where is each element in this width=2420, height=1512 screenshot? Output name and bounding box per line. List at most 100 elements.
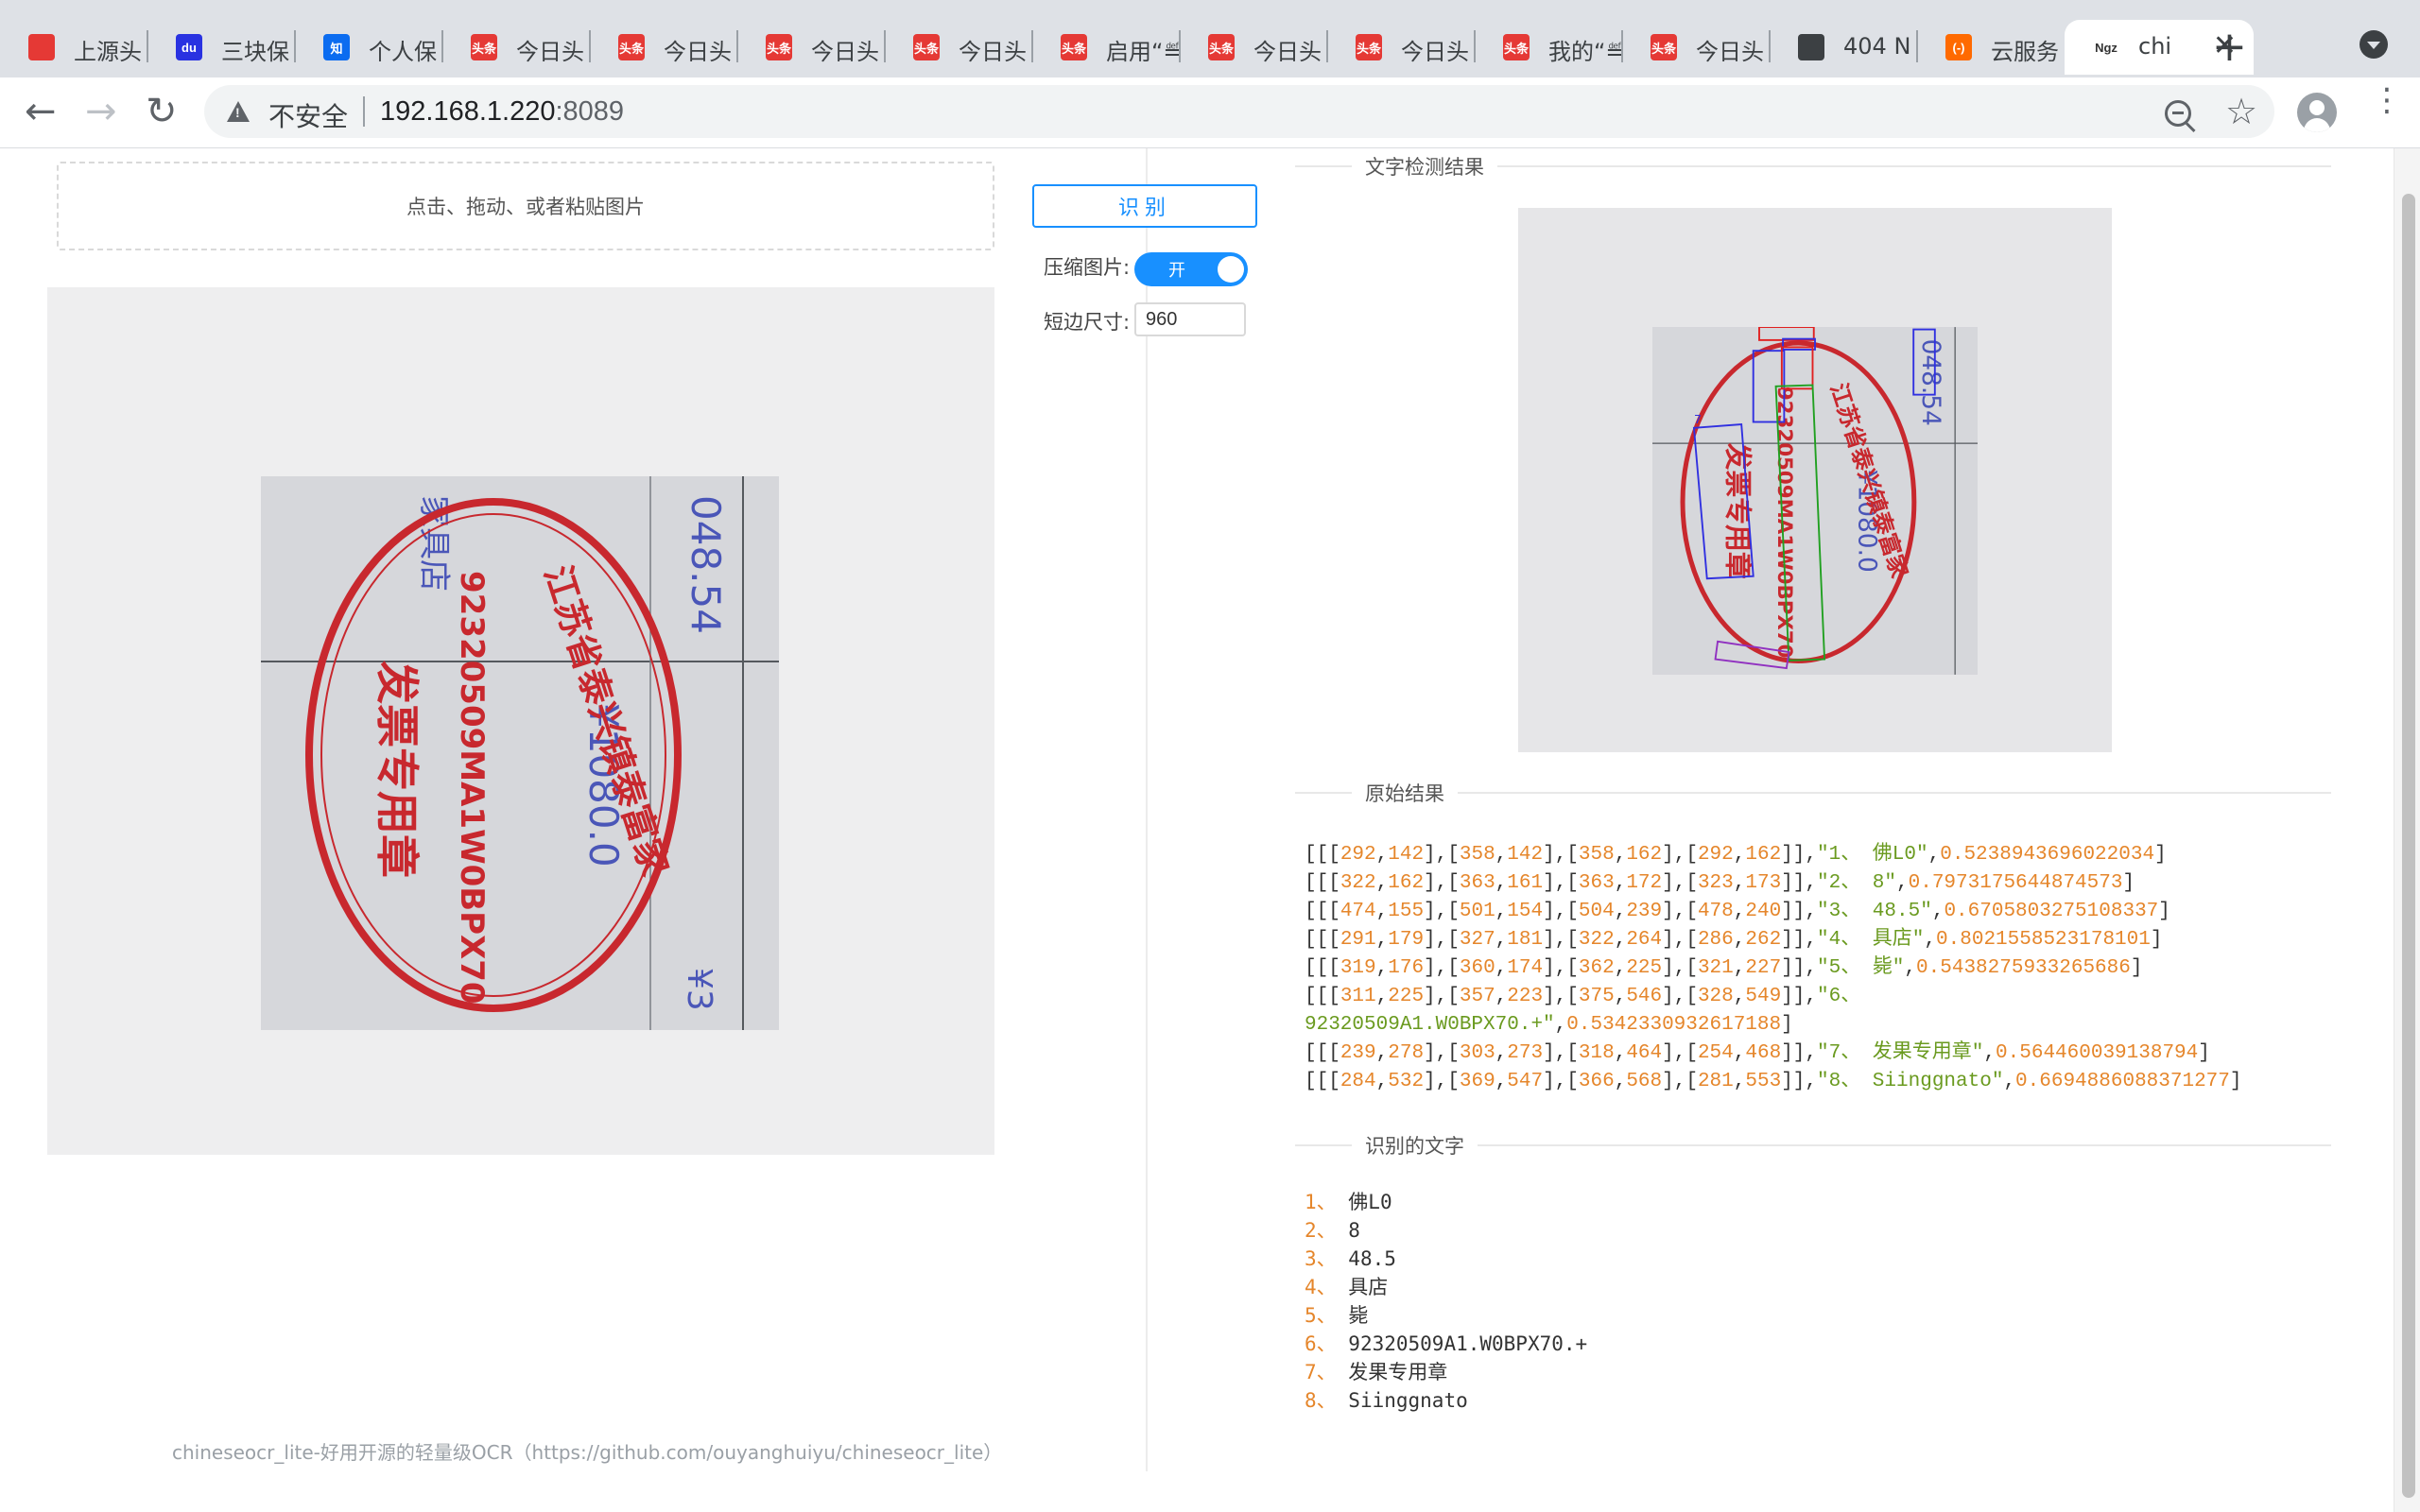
url-text[interactable]: 192.168.1.220:8089	[380, 96, 624, 128]
raw-result-line: [[[239,278],[303,273],[318,464],[254,468…	[1305, 1042, 2210, 1064]
detection-section-header: 文字检测结果	[1295, 152, 2331, 180]
raw-result-line: [[[292,142],[358,142],[358,162],[292,162…	[1305, 844, 2167, 866]
browser-tab[interactable]: 头条 今日头	[1180, 20, 1327, 75]
bookmark-star-icon[interactable]: ☆	[2225, 91, 2257, 132]
scrollbar-thumb[interactable]	[2402, 194, 2415, 1498]
address-bar[interactable]: 不安全 192.168.1.220:8089	[204, 85, 2274, 138]
tab-title: 云服务	[1991, 39, 2059, 65]
raw-result-line: [[[311,225],[357,223],[375,546],[328,549…	[1305, 986, 1861, 1036]
tab-favicon-icon: Ngz	[2093, 34, 2119, 60]
recognized-text: 佛L0	[1348, 1191, 1392, 1213]
raw-title: 原始结果	[1352, 779, 1458, 807]
short-side-input[interactable]	[1134, 302, 1246, 336]
recognized-text: 具店	[1348, 1276, 1389, 1298]
browser-tab[interactable]: 404 N	[1770, 20, 1917, 75]
recognized-index: 7、	[1305, 1361, 1349, 1383]
tab-favicon-icon: 头条	[1503, 34, 1530, 60]
tab-favicon-icon: 头条	[1061, 34, 1087, 60]
browser-tab[interactable]: 知个人保	[295, 20, 442, 75]
recognized-index: 8、	[1305, 1389, 1349, 1412]
browser-tab[interactable]: 头条 今日头	[1622, 20, 1770, 75]
tab-title: 启用“≝	[1106, 39, 1180, 65]
reload-icon[interactable]: ↻	[146, 93, 178, 130]
tab-favicon-icon: 知	[323, 34, 350, 60]
tab-favicon-icon: du	[176, 34, 202, 60]
tab-title: chi	[2138, 33, 2172, 60]
recognized-text: 发果专用章	[1348, 1361, 1448, 1383]
insecure-label[interactable]: 不安全	[268, 96, 348, 134]
tab-title: 今日头	[811, 39, 879, 65]
raw-section-header: 原始结果	[1295, 779, 2331, 807]
recognized-text: Siinggnato	[1348, 1389, 1468, 1412]
tab-favicon-icon	[1798, 34, 1824, 60]
zoom-icon[interactable]	[2165, 100, 2191, 127]
forward-icon[interactable]: →	[85, 93, 117, 130]
toggle-knob	[1218, 256, 1244, 283]
recognized-item: 3、 48.5	[1305, 1245, 1587, 1273]
tab-title: 三块保	[221, 39, 289, 65]
tab-title: 404 N	[1843, 33, 1911, 60]
new-tab-icon[interactable]: +	[2212, 23, 2247, 71]
short-side-label: 短边尺寸:	[1044, 311, 1131, 334]
tab-favicon-icon: 头条	[471, 34, 497, 60]
browser-menu-icon[interactable]: ⋮	[2371, 84, 2403, 116]
tab-title: 个人保	[369, 39, 437, 65]
detection-overlay-graphic: 048.54 ¥1080.0 江苏省泰兴镇泰富家 92320509MA1W0BP…	[1652, 327, 1978, 675]
omnibox-divider	[363, 96, 365, 127]
tab-title: 今日头	[959, 39, 1027, 65]
browser-tab[interactable]: 头条 今日头	[737, 20, 885, 75]
recognized-index: 2、	[1305, 1219, 1349, 1242]
recognized-item: 4、 具店	[1305, 1273, 1587, 1301]
recognized-text: 48.5	[1348, 1247, 1396, 1270]
recognized-section-header: 识别的文字	[1295, 1131, 2331, 1160]
tab-favicon-icon: 头条	[766, 34, 792, 60]
browser-tab-strip: 上源头 du 三块保知个人保 头条 今日头 头条 今日头 头条 今日头 头条 今日头 头条 启用“≝ 头条…	[0, 0, 2420, 77]
browser-tab[interactable]: 头条 我的“≝	[1475, 20, 1622, 75]
tab-favicon-icon: 头条	[618, 34, 645, 60]
tab-favicon-icon: 头条	[1651, 34, 1677, 60]
browser-tab[interactable]: 头条 今日头	[590, 20, 737, 75]
browser-tab[interactable]: 头条 今日头	[1327, 20, 1475, 75]
tab-favicon-icon: 头条	[1356, 34, 1382, 60]
recognized-item: 8、 Siinggnato	[1305, 1386, 1587, 1415]
uploaded-stamp-image: 048.54 ¥1080.0 ¥3 家具店 江苏省泰兴镇泰富家 92320509…	[261, 476, 779, 1030]
browser-tab[interactable]: 头条 启用“≝	[1032, 20, 1180, 75]
warning-icon[interactable]	[227, 101, 250, 122]
browser-tab[interactable]: 头条 今日头	[885, 20, 1032, 75]
tab-favicon-icon: 头条	[913, 34, 940, 60]
svg-text:7: 7	[1694, 412, 1702, 426]
browser-tab[interactable]: 头条 今日头	[442, 20, 590, 75]
raw-results-list: [[[292,142],[358,142],[358,162],[292,162…	[1305, 841, 2382, 1096]
compress-label: 压缩图片:	[1044, 256, 1131, 279]
tab-favicon-icon: 头条	[1208, 34, 1235, 60]
tab-favicon-icon	[28, 34, 55, 60]
back-icon[interactable]: ←	[25, 93, 57, 130]
recognized-item: 6、 92320509A1.W0BPX70.+	[1305, 1330, 1587, 1358]
tab-search-icon[interactable]	[2360, 30, 2388, 59]
recognized-index: 3、	[1305, 1247, 1349, 1270]
page-scrollbar[interactable]	[2394, 148, 2420, 1512]
recognized-text-list: 1、 佛L0 2、 8 3、 48.5 4、 具店 5、 毙 6、 92320509A1.…	[1305, 1188, 1587, 1415]
recognize-button[interactable]: 识别	[1032, 184, 1257, 228]
detection-title: 文字检测结果	[1352, 152, 1497, 180]
dropzone-text: 点击、拖动、或者粘贴图片	[406, 196, 645, 218]
recognized-title: 识别的文字	[1352, 1131, 1478, 1160]
detection-image: 048.54 ¥1080.0 江苏省泰兴镇泰富家 92320509MA1W0BP…	[1652, 327, 1978, 675]
recognized-text: 8	[1348, 1219, 1360, 1242]
svg-text:发票专用章: 发票专用章	[1721, 441, 1754, 578]
browser-tab[interactable]: du 三块保	[147, 20, 295, 75]
detection-result-panel: 048.54 ¥1080.0 江苏省泰兴镇泰富家 92320509MA1W0BP…	[1518, 208, 2112, 752]
tab-title: 今日头	[1696, 39, 1764, 65]
svg-text:92320509MA1W0BPX70: 92320509MA1W0BPX70	[453, 571, 491, 1005]
compress-toggle[interactable]: 开	[1134, 252, 1248, 286]
tab-title: 今日头	[664, 39, 732, 65]
image-dropzone[interactable]: 点击、拖动、或者粘贴图片	[57, 162, 994, 250]
profile-avatar-icon[interactable]	[2297, 93, 2337, 132]
browser-tab[interactable]: (-) 云服务	[1917, 20, 2065, 75]
svg-text:048.54: 048.54	[1916, 339, 1945, 426]
controls-divider	[1146, 148, 1148, 1471]
browser-toolbar: ← → ↻ 不安全 192.168.1.220:8089	[0, 77, 2420, 148]
browser-tab[interactable]: 上源头	[0, 20, 147, 75]
svg-text:048.54: 048.54	[683, 495, 729, 634]
recognized-index: 5、	[1305, 1304, 1349, 1327]
